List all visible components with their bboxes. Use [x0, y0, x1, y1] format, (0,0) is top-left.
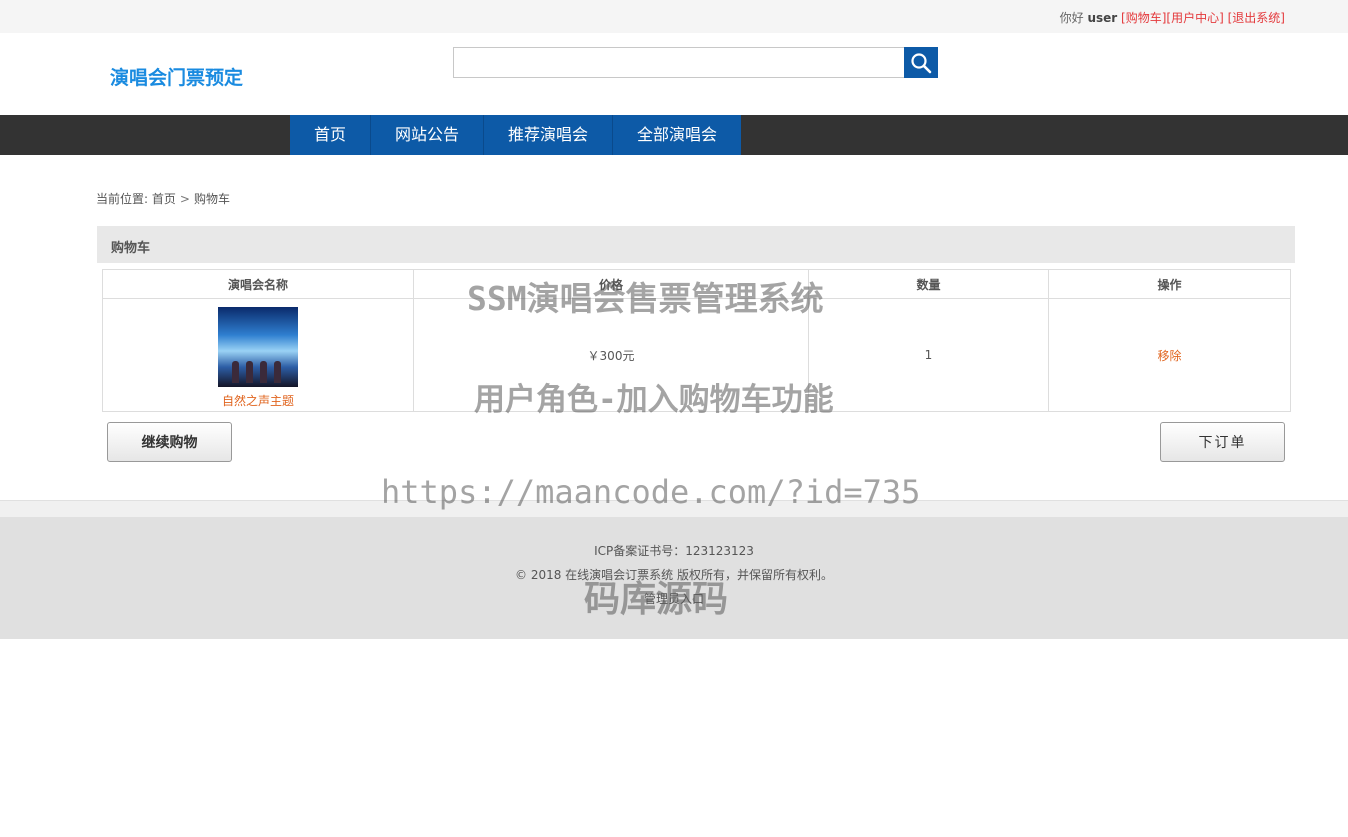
- nav-item-all-concerts[interactable]: 全部演唱会: [613, 115, 741, 155]
- site-logo[interactable]: 演唱会门票预定: [110, 63, 243, 90]
- search-icon: [911, 52, 932, 73]
- cart-panel-header: 购物车: [97, 226, 1295, 263]
- cart-panel-title: 购物车: [111, 241, 151, 256]
- footer-divider: [0, 500, 1348, 517]
- concert-thumbnail[interactable]: [218, 306, 298, 387]
- main-nav: 首页 网站公告 推荐演唱会 全部演唱会: [0, 115, 1348, 155]
- cell-action: 移除: [1048, 298, 1291, 412]
- cell-quantity: 1: [808, 298, 1049, 412]
- header-price: 价格: [413, 269, 809, 299]
- logout-link[interactable]: [退出系统]: [1228, 11, 1285, 25]
- header-quantity: 数量: [808, 269, 1049, 299]
- footer-copyright: © 2018 在线演唱会订票系统 版权所有，并保留所有权利。: [515, 568, 833, 582]
- cart-link[interactable]: [购物车]: [1121, 11, 1166, 25]
- search-button[interactable]: [904, 47, 938, 78]
- cart-table-header: 演唱会名称 价格 数量 操作: [102, 269, 1291, 299]
- header-concert-name: 演唱会名称: [102, 269, 414, 299]
- search-bar: [453, 47, 938, 78]
- footer-icp: ICP备案证书号：123123123: [594, 544, 754, 558]
- cart-table: 演唱会名称 价格 数量 操作 自然之声主题 ￥300元 1 移除: [102, 269, 1291, 412]
- nav-item-announcements[interactable]: 网站公告: [371, 115, 485, 155]
- breadcrumb: 当前位置: 首页 > 购物车: [96, 190, 230, 207]
- footer-admin-link[interactable]: 管理员入口: [0, 590, 1348, 607]
- breadcrumb-separator: >: [179, 192, 190, 206]
- place-order-button[interactable]: 下订单: [1160, 422, 1285, 462]
- breadcrumb-home[interactable]: 首页: [152, 192, 176, 206]
- breadcrumb-current: 购物车: [193, 192, 230, 206]
- concert-name-link[interactable]: 自然之声主题: [222, 394, 294, 408]
- remove-link[interactable]: 移除: [1157, 349, 1181, 363]
- user-center-link[interactable]: [用户中心]: [1166, 11, 1223, 25]
- continue-shopping-button[interactable]: 继续购物: [107, 422, 232, 462]
- username: user: [1087, 11, 1118, 25]
- nav-item-home[interactable]: 首页: [290, 115, 372, 155]
- header-action: 操作: [1048, 269, 1291, 299]
- footer: ICP备案证书号：123123123 © 2018 在线演唱会订票系统 版权所有…: [0, 517, 1348, 639]
- greeting-text: 你好: [1059, 11, 1084, 25]
- search-input[interactable]: [453, 47, 905, 78]
- top-bar: 你好 user [购物车][用户中心] [退出系统]: [0, 0, 1348, 33]
- user-area: 你好 user [购物车][用户中心] [退出系统]: [1060, 9, 1285, 26]
- table-row: 自然之声主题 ￥300元 1 移除: [102, 298, 1291, 412]
- cell-concert: 自然之声主题: [102, 298, 414, 412]
- nav-items: 首页 网站公告 推荐演唱会 全部演唱会: [290, 115, 742, 155]
- breadcrumb-prefix: 当前位置:: [96, 192, 149, 206]
- nav-item-recommended[interactable]: 推荐演唱会: [484, 115, 614, 155]
- cell-price: ￥300元: [413, 298, 809, 412]
